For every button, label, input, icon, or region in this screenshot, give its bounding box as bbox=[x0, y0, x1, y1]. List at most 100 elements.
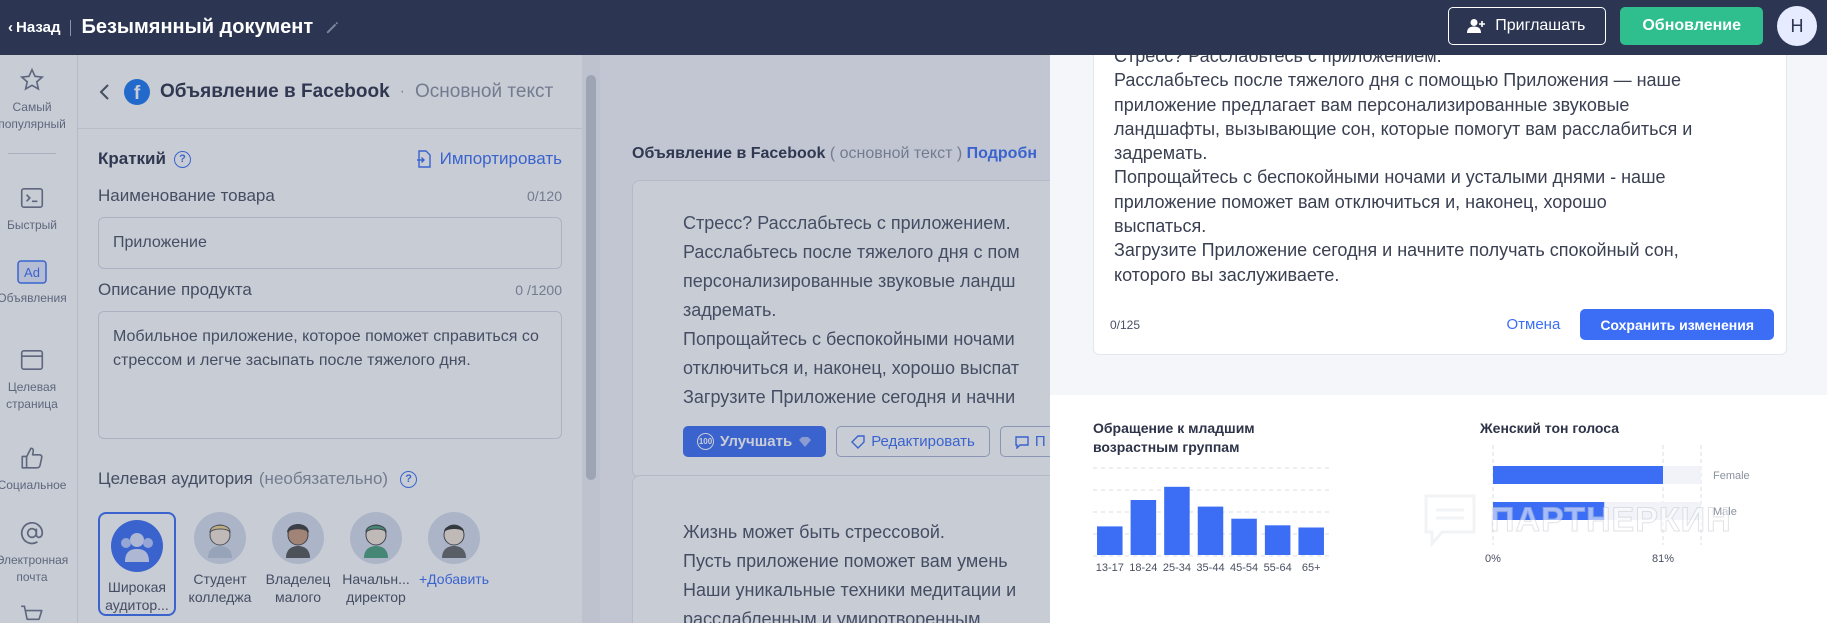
left-rail: Самый популярный Быстрый Ad Объявления Ц… bbox=[0, 55, 78, 623]
audience-list: Широкая аудитор... Студент колледжа Влад… bbox=[98, 512, 489, 616]
audience-label-text: Широкая аудитор... bbox=[105, 579, 169, 613]
top-bar: ‹ Назад Безымянный документ Приглашать О… bbox=[0, 0, 1827, 55]
edit-line: Стресс? Расслабьтесь с приложением. bbox=[1114, 55, 1442, 66]
terminal-icon bbox=[20, 187, 44, 209]
rail-item-email[interactable]: Электронная почта bbox=[0, 520, 68, 586]
scrollbar-thumb[interactable] bbox=[586, 75, 596, 480]
svg-text:Ad: Ad bbox=[24, 265, 40, 280]
brief-section-row: Краткий ? Импортировать bbox=[98, 149, 562, 169]
audience-label-text: Владелец малого bbox=[265, 571, 331, 605]
rail-item-ads[interactable]: Ad Объявления bbox=[0, 260, 67, 307]
add-user-icon bbox=[1467, 19, 1486, 33]
age-chart-title: Обращение к младшим возрастным группам bbox=[1093, 420, 1255, 455]
age-tick-label: 45-54 bbox=[1230, 562, 1258, 574]
age-bar bbox=[1231, 518, 1257, 555]
edit-line: приложение предлагает вам персонализиров… bbox=[1114, 94, 1630, 115]
document-title[interactable]: Безымянный документ bbox=[81, 16, 313, 39]
import-button[interactable]: Импортировать bbox=[416, 149, 562, 169]
age-tick-label: 35-44 bbox=[1196, 562, 1224, 574]
audience-label-text: Начальн... директор bbox=[342, 571, 410, 605]
star-icon bbox=[19, 67, 45, 91]
rail-item-popular[interactable]: Самый популярный bbox=[0, 67, 66, 133]
facebook-icon: f bbox=[124, 78, 150, 105]
audience-add-item[interactable]: +Добавить bbox=[419, 512, 489, 616]
rail-item-fast[interactable]: Быстрый bbox=[0, 185, 64, 234]
product-desc-row: Описание продукта 0 /1200 bbox=[98, 280, 562, 300]
separator-dot: · bbox=[399, 82, 405, 100]
product-name-row: Наименование товара 0/120 bbox=[98, 186, 562, 206]
rail-item-landing[interactable]: Целевая страница bbox=[0, 347, 64, 413]
age-bar bbox=[1164, 486, 1190, 555]
card-line: Попрощайтесь с беспокойными ночами bbox=[683, 329, 1015, 349]
edit-line: задремать. bbox=[1114, 143, 1208, 164]
card-line: Загрузите Приложение сегодня и начни bbox=[683, 387, 1016, 407]
edit-line: которого вы заслуживаете. bbox=[1114, 264, 1340, 285]
age-bar bbox=[1130, 500, 1157, 555]
help-icon[interactable]: ? bbox=[400, 470, 418, 488]
char-counter: 0/125 bbox=[1110, 317, 1141, 332]
edit-textarea[interactable]: Стресс? Расслабьтесь с приложением. Расс… bbox=[1093, 55, 1787, 355]
pencil-icon[interactable] bbox=[325, 20, 340, 35]
brief-panel: f Объявление в Facebook · Основной текст… bbox=[78, 55, 582, 623]
age-tick-label: 55-64 bbox=[1264, 562, 1292, 574]
watermark-text: ПАРТНЕРКИН bbox=[1490, 500, 1732, 539]
edit-text[interactable]: Стресс? Расслабьтесь с приложением. Расс… bbox=[1114, 55, 1774, 287]
audience-item[interactable]: Владелец малого bbox=[264, 512, 332, 616]
add-audience-button[interactable]: +Добавить bbox=[419, 570, 489, 588]
thumbs-up-icon bbox=[21, 447, 43, 469]
save-changes-button[interactable]: Сохранить изменения bbox=[1580, 309, 1774, 340]
divider bbox=[70, 19, 72, 36]
rail-item-commerce[interactable] bbox=[0, 603, 64, 623]
chevron-left-icon: ‹ bbox=[8, 19, 13, 36]
rail-item-social[interactable]: Социальное bbox=[0, 445, 67, 494]
group-icon bbox=[111, 520, 163, 572]
brief-label: Краткий bbox=[98, 149, 166, 168]
result-card: Жизнь может быть стрессовой. Пусть прило… bbox=[632, 475, 1062, 623]
card-line: персонализированные звуковые ландш bbox=[683, 271, 1016, 291]
results-heading-muted: ( основной текст ) bbox=[829, 145, 963, 162]
edit-label: Редактировать bbox=[871, 433, 975, 450]
age-tick-label: 18-24 bbox=[1129, 562, 1157, 574]
score-badge: 100 bbox=[697, 433, 714, 450]
audience-item[interactable]: Начальн... директор bbox=[342, 512, 410, 616]
age-tick-label: 13-17 bbox=[1096, 562, 1124, 574]
rail-divider bbox=[8, 153, 56, 154]
product-name-input[interactable]: Приложение bbox=[98, 217, 562, 269]
product-name-label: Наименование товара bbox=[98, 186, 275, 205]
panel-subtitle: Основной текст bbox=[415, 80, 554, 102]
watermark: ПАРТНЕРКИН bbox=[1420, 490, 1732, 550]
age-bar bbox=[1264, 525, 1291, 555]
comment-icon bbox=[1015, 435, 1029, 449]
age-bar-chart: 13-17 18-24 25-34 35-44 45-54 55-64 65+ bbox=[1093, 467, 1333, 574]
rail-item-label: Социальное bbox=[0, 478, 67, 492]
help-icon[interactable]: ? bbox=[173, 150, 191, 168]
details-link[interactable]: Подробн bbox=[967, 145, 1037, 162]
edit-footer: 0/125 Отмена Сохранить изменения bbox=[1110, 309, 1774, 340]
audience-row: Целевая аудитория (необязательно) ? bbox=[98, 469, 562, 489]
panel-header: f Объявление в Facebook · Основной текст bbox=[78, 55, 582, 129]
age-bar bbox=[1197, 506, 1224, 555]
edit-button[interactable]: Редактировать bbox=[836, 426, 990, 457]
rail-item-label: Быстрый bbox=[7, 218, 57, 232]
improve-button[interactable]: 100 Улучшать bbox=[683, 426, 827, 457]
chevron-left-icon[interactable] bbox=[98, 83, 112, 101]
product-desc-input[interactable]: Мобильное приложение, которое поможет сп… bbox=[98, 311, 562, 439]
age-bar bbox=[1097, 526, 1123, 555]
panel-scrollbar[interactable] bbox=[582, 55, 600, 623]
invite-button[interactable]: Приглашать bbox=[1448, 7, 1607, 45]
avatar[interactable]: Н bbox=[1777, 6, 1817, 46]
audience-item[interactable]: Студент колледжа bbox=[186, 512, 254, 616]
edit-actions: Отмена Сохранить изменения bbox=[1506, 309, 1774, 340]
update-button[interactable]: Обновление bbox=[1620, 7, 1763, 45]
age-tick-label: 65+ bbox=[1302, 562, 1321, 574]
diamond-icon bbox=[799, 436, 812, 447]
audience-item[interactable]: Широкая аудитор... bbox=[98, 512, 176, 616]
card-actions: 100 Улучшать Редактировать П bbox=[683, 426, 1061, 457]
cancel-button[interactable]: Отмена bbox=[1506, 316, 1560, 333]
import-file-icon bbox=[416, 150, 431, 168]
edit-line: Попрощайтесь с беспокойными ночами и уст… bbox=[1114, 167, 1666, 188]
student-avatar-icon bbox=[194, 512, 246, 564]
back-button[interactable]: ‹ Назад bbox=[8, 19, 60, 36]
card-line: Расслабьтесь после тяжелого дня с пом bbox=[683, 242, 1020, 262]
at-icon bbox=[20, 521, 44, 545]
